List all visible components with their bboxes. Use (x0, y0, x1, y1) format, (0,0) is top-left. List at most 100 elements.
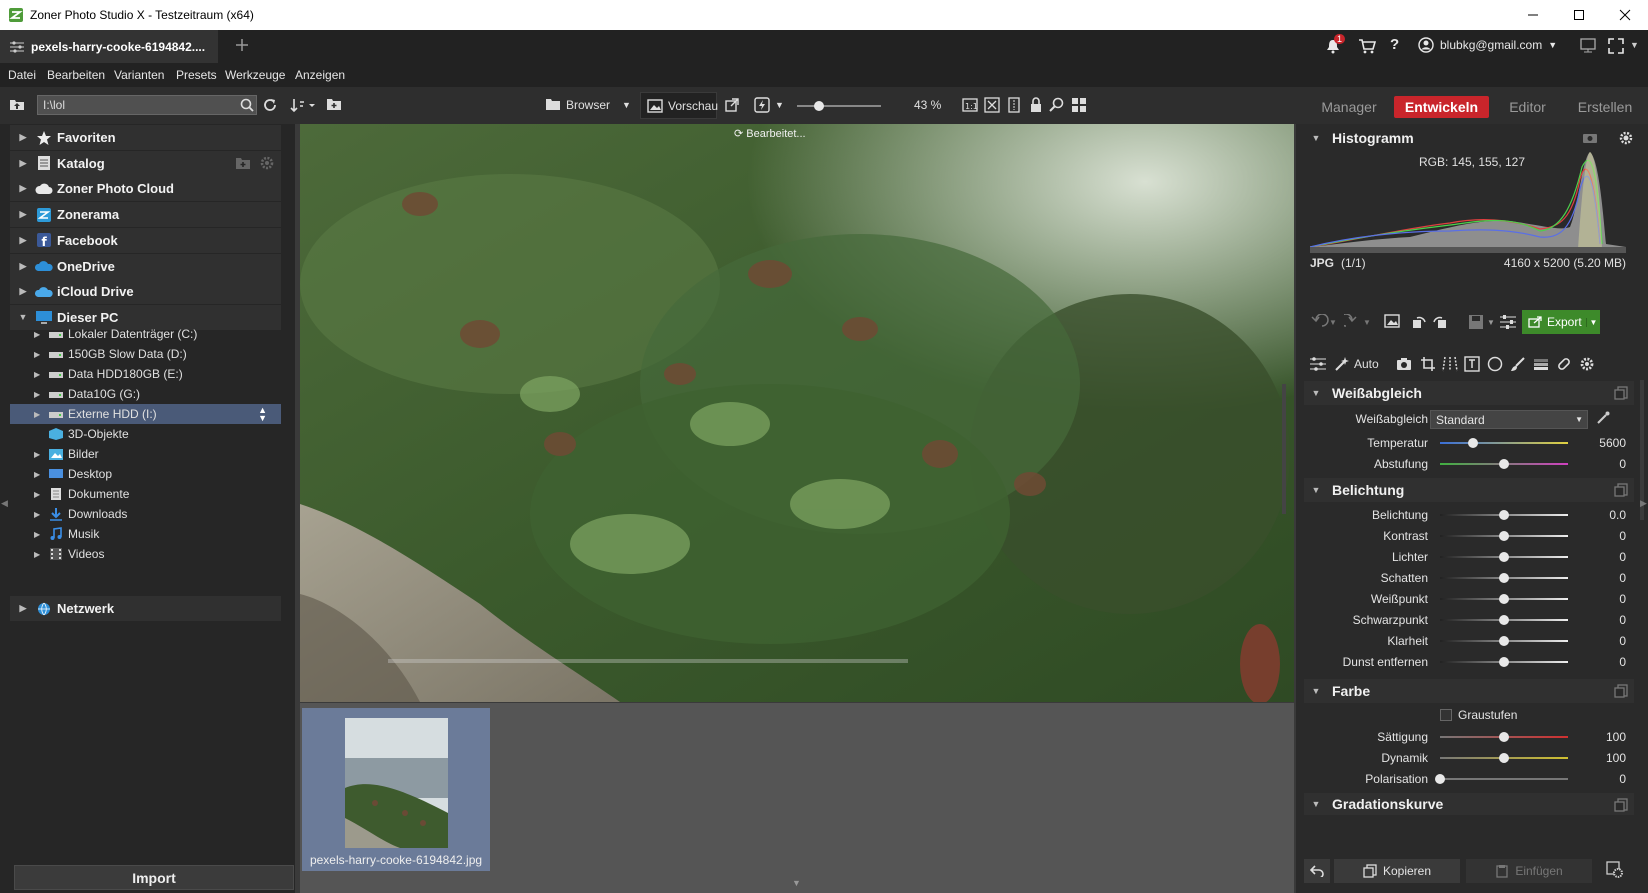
copy-settings-icon[interactable] (1614, 798, 1628, 812)
chevron-right-icon[interactable]: ▶ (34, 450, 44, 459)
rotate-right-icon[interactable] (1432, 314, 1448, 330)
nav-subitem[interactable]: ▶ Musik (10, 524, 281, 544)
whitebalance-select[interactable]: Standard ▼ (1430, 410, 1588, 429)
preview-scrollbar[interactable] (1282, 384, 1286, 514)
chevron-right-icon[interactable]: ▶ (15, 183, 31, 194)
whitebalance-header[interactable]: ▼ Weißabgleich (1304, 381, 1634, 405)
up-down-arrows-icon[interactable]: ▲ ▼ (258, 406, 267, 423)
nav-subitem[interactable]: 3D-Objekte (10, 424, 281, 444)
module-manager[interactable]: Manager (1312, 96, 1386, 118)
chevron-right-icon[interactable]: ▶ (15, 286, 31, 297)
reset-button[interactable] (1304, 859, 1330, 883)
color-header[interactable]: ▼ Farbe (1304, 679, 1634, 703)
slider-knob[interactable] (1499, 615, 1509, 625)
chevron-right-icon[interactable]: ▶ (34, 370, 44, 379)
menu-bearbeiten[interactable]: Bearbeiten (47, 68, 105, 82)
nav-item-onedrive[interactable]: ▶ OneDrive (10, 253, 281, 279)
copy-settings-icon[interactable] (1614, 483, 1628, 497)
fit-height-icon[interactable] (1006, 97, 1022, 113)
chevron-right-icon[interactable]: ▶ (15, 132, 31, 143)
module-erstellen[interactable]: Erstellen (1566, 96, 1644, 118)
new-tab-icon[interactable] (236, 39, 248, 51)
slider-knob[interactable] (1499, 552, 1509, 562)
slider-knob[interactable] (1499, 510, 1509, 520)
perspective-icon[interactable] (1442, 356, 1458, 372)
fit-to-window-icon[interactable] (984, 97, 1000, 113)
menu-datei[interactable]: Datei (8, 68, 36, 82)
settings-gear-icon[interactable] (1606, 861, 1624, 879)
menu-anzeigen[interactable]: Anzeigen (295, 68, 345, 82)
slider-knob[interactable] (1499, 459, 1509, 469)
thumbnail-item[interactable]: pexels-harry-cooke-6194842.jpg (302, 708, 490, 871)
chevron-right-icon[interactable]: ▶ (34, 410, 44, 419)
nav-item-facebook[interactable]: ▶ f Facebook (10, 227, 281, 253)
chevron-right-icon[interactable]: ▶ (34, 530, 44, 539)
nav-netzwerk[interactable]: ▶ Netzwerk (10, 596, 281, 621)
nav-subitem[interactable]: ▶ Lokaler Datenträger (C:) (10, 324, 281, 344)
nav-item-icloud-drive[interactable]: ▶ iCloud Drive (10, 279, 281, 305)
chevron-right-icon[interactable]: ▶ (15, 261, 31, 272)
search-icon[interactable] (240, 98, 254, 112)
compare-image-icon[interactable] (1384, 314, 1400, 328)
chevron-right-icon[interactable]: ▶ (34, 470, 44, 479)
maximize-button[interactable] (1556, 0, 1602, 30)
browser-button[interactable]: Browser (566, 98, 610, 112)
slider-knob[interactable] (1499, 573, 1509, 583)
quick-fix-icon[interactable] (754, 97, 770, 113)
path-input[interactable]: I:\lol (37, 95, 257, 115)
minimize-button[interactable] (1510, 0, 1556, 30)
external-window-icon[interactable] (725, 98, 739, 112)
settings-gear-icon[interactable] (1618, 130, 1634, 146)
exposure-header[interactable]: ▼ Belichtung (1304, 478, 1634, 502)
redo-icon[interactable]: ▼ (1344, 314, 1370, 328)
chevron-right-icon[interactable]: ▶ (34, 390, 44, 399)
slider-knob[interactable] (1468, 438, 1479, 448)
grayscale-checkbox[interactable]: Graustufen (1440, 708, 1517, 722)
add-folder-icon[interactable] (235, 156, 251, 170)
lock-icon[interactable] (1029, 97, 1043, 113)
chevron-right-icon[interactable]: ▶ (34, 550, 44, 559)
slider-knob[interactable] (1499, 636, 1509, 646)
camera-icon[interactable] (1582, 131, 1598, 143)
import-button[interactable]: Import (14, 865, 294, 890)
slider-knob[interactable] (1499, 657, 1509, 667)
slider-track[interactable] (1440, 778, 1568, 780)
photo-preview[interactable]: ⟳ Bearbeitet... (300, 124, 1294, 702)
chevron-right-icon[interactable]: ▶ (34, 490, 44, 499)
rotate-left-icon[interactable] (1411, 314, 1427, 330)
settings-gear-icon[interactable] (259, 155, 275, 171)
new-folder-icon[interactable] (326, 97, 342, 111)
zoom-search-icon[interactable] (1049, 97, 1065, 113)
zoom-slider-knob[interactable] (814, 101, 824, 111)
save-icon[interactable]: ▼ (1468, 314, 1494, 330)
chevron-left-icon[interactable]: ◀ (1, 498, 8, 509)
slider-knob[interactable] (1499, 732, 1509, 742)
refresh-icon[interactable] (262, 97, 278, 113)
slider-knob[interactable] (1499, 594, 1509, 604)
menu-werkzeuge[interactable]: Werkzeuge (225, 68, 285, 82)
chevron-right-icon[interactable]: ▶ (15, 209, 31, 220)
nav-subitem[interactable]: ▶ Desktop (10, 464, 281, 484)
account-menu[interactable]: blubkg@gmail.com ▼ (1418, 37, 1557, 53)
histogram-header[interactable]: ▼ Histogramm (1304, 126, 1634, 150)
chevron-right-icon[interactable]: ▶ (15, 158, 31, 169)
nav-subitem[interactable]: ▶ Data HDD180GB (E:) (10, 364, 281, 384)
slider-knob[interactable] (1499, 531, 1509, 541)
chevron-down-icon[interactable]: ▼ (792, 878, 801, 888)
nav-subitem[interactable]: ▶ Downloads (10, 504, 281, 524)
nav-subitem[interactable]: ▶ Videos (10, 544, 281, 564)
preview-button[interactable]: Vorschau (640, 92, 718, 119)
menu-varianten[interactable]: Varianten (114, 68, 164, 82)
module-editor[interactable]: Editor (1495, 96, 1560, 118)
cart-icon[interactable] (1358, 38, 1376, 54)
slider-track[interactable] (1440, 442, 1568, 444)
nav-item-zonerama[interactable]: ▶ Zonerama (10, 202, 281, 228)
gradient-filter-icon[interactable] (1533, 356, 1549, 372)
sliders-icon[interactable] (1310, 357, 1326, 371)
copy-settings-icon[interactable] (1614, 386, 1628, 400)
module-entwickeln[interactable]: Entwickeln (1394, 96, 1489, 118)
camera-icon[interactable] (1396, 357, 1412, 371)
chevron-right-icon[interactable]: ▶ (1640, 498, 1647, 509)
healing-patch-icon[interactable] (1556, 356, 1572, 372)
copy-settings-icon[interactable] (1614, 684, 1628, 698)
